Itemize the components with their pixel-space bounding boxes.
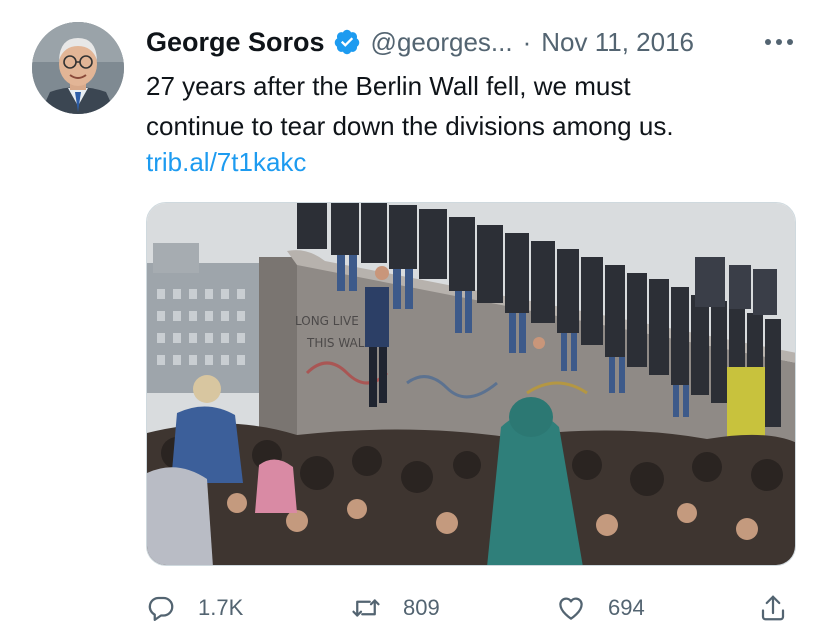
graffiti-text-1: LONG LIVE: [295, 314, 359, 328]
avatar-image: [32, 22, 124, 114]
reply-icon: [148, 596, 174, 621]
tweet-photo[interactable]: LONG LIVE THIS WALL: [146, 202, 796, 566]
verified-badge-icon: [333, 28, 361, 56]
graffiti-text-2: THIS WALL: [306, 336, 371, 350]
share-button[interactable]: [758, 588, 788, 628]
display-name[interactable]: George Soros: [146, 27, 325, 58]
avatar[interactable]: [32, 22, 124, 114]
retweet-icon: [352, 599, 380, 617]
share-icon: [761, 595, 785, 621]
tweet-text-line-2: continue to tear down the divisions amon…: [146, 111, 674, 141]
berlin-wall-photo: LONG LIVE THIS WALL: [147, 203, 795, 565]
like-count: 694: [608, 595, 645, 620]
like-button[interactable]: 694: [556, 588, 645, 628]
tweet-header: George Soros @georges... · Nov 11, 2016: [146, 22, 694, 62]
reply-button[interactable]: 1.7K: [146, 588, 243, 628]
reply-count: 1.7K: [198, 595, 244, 620]
tweet-link[interactable]: trib.al/7t1kakc: [146, 142, 306, 182]
handle[interactable]: @georges...: [371, 27, 513, 58]
more-options-icon[interactable]: [762, 28, 796, 56]
tweet-actions: 1.7K 809 694: [146, 588, 796, 628]
tweet-date[interactable]: Nov 11, 2016: [541, 27, 694, 58]
separator-dot: ·: [522, 26, 532, 57]
like-icon: [559, 597, 583, 620]
tweet-text: 27 years after the Berlin Wall fell, we …: [146, 66, 806, 146]
tweet-text-line-1: 27 years after the Berlin Wall fell, we …: [146, 71, 631, 101]
retweet-count: 809: [403, 595, 440, 620]
retweet-button[interactable]: 809: [351, 588, 440, 628]
